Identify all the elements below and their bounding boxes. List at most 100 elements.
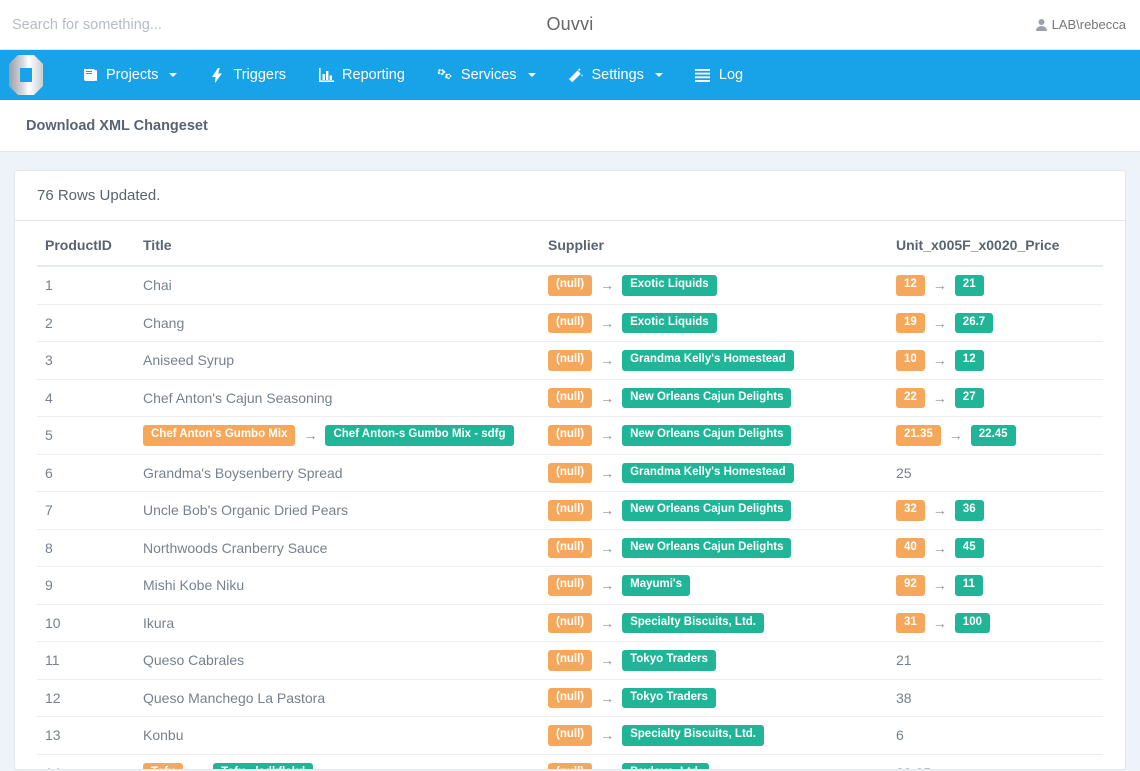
nav-label-settings: Settings [591,67,644,83]
main-navbar: Projects Triggers Reporting Services Set… [0,50,1140,100]
price-value: 21 [896,652,912,669]
supplier-old-badge: (null) [548,462,593,483]
value-change-pair: 40 → 45 [896,537,1095,558]
cell-supplier: (null) → Specialty Biscuits, Ltd. [540,603,888,642]
cell-title: Queso Cabrales [135,641,540,679]
value-change-pair: 19 → 26.7 [896,312,1095,333]
cell-productid: 6 [37,453,135,492]
supplier-new-badge: Specialty Biscuits, Ltd. [622,612,765,633]
cell-unitprice: 6 [888,716,1103,754]
value-change-pair: 32 → 36 [896,500,1095,521]
cell-supplier: (null) → Exotic Liquids [540,303,888,342]
cell-unitprice: 40 → 45 [888,528,1103,567]
arrow-icon: → [600,652,615,669]
title-new-badge: Chef Anton-s Gumbo Mix - sdfg [325,425,514,446]
column-header-productid: ProductID [37,221,135,267]
list-icon [695,67,711,83]
arrow-icon: → [600,464,615,481]
cell-title: Uncle Bob's Organic Dried Pears [135,491,540,529]
cell-title: Aniseed Syrup [135,341,540,379]
supplier-old-badge: (null) [548,725,593,746]
nav-item-triggers[interactable]: Triggers [193,50,302,100]
table-row: 12 Queso Manchego La Pastora (null) → Tokyo … [37,678,1103,717]
nav-item-reporting[interactable]: Reporting [302,50,421,100]
value-change-pair: (null) → Specialty Biscuits, Ltd. [548,725,880,746]
supplier-new-badge: New Orleans Cajun Delights [622,387,792,408]
download-xml-changeset-link[interactable]: Download XML Changeset [26,118,208,134]
cell-supplier: (null) → Pavlova, Ltd. [540,753,888,769]
supplier-old-badge: (null) [548,312,593,333]
arrow-icon: → [600,352,615,369]
arrow-icon: → [600,614,615,631]
arrow-icon: → [932,539,947,556]
cell-unitprice: 92 → 11 [888,566,1103,604]
title-text: Grandma's Boysenberry Spread [143,464,343,481]
table-row: 8 Northwoods Cranberry Sauce (null) → New Or… [37,528,1103,567]
arrow-icon: → [600,277,615,294]
price-value: 6 [896,727,904,744]
cell-supplier: (null) → Specialty Biscuits, Ltd. [540,716,888,754]
cell-title: Chef Anton's Gumbo Mix → Chef Anton-s Gumb… [135,416,540,454]
table-row: 4 Chef Anton's Cajun Seasoning (null) → New … [37,378,1103,417]
cell-supplier: (null) → New Orleans Cajun Delights [540,378,888,417]
table-row: 7 Uncle Bob's Organic Dried Pears (null) → N… [37,491,1103,529]
nav-item-services[interactable]: Services [421,50,552,100]
title-text: Northwoods Cranberry Sauce [143,539,328,556]
value-change-pair: Chef Anton's Gumbo Mix → Chef Anton-s Gumb… [143,425,532,446]
search-input[interactable] [0,0,330,49]
chevron-down-icon [169,73,178,77]
price-new-badge: 26.7 [954,312,994,333]
cell-productid: 8 [37,528,135,567]
cell-unitprice: 25 [888,453,1103,492]
cell-supplier: (null) → Mayumi's [540,566,888,604]
nav-label-triggers: Triggers [233,67,287,83]
price-old-badge: 32 [896,500,925,521]
table-body: 1 Chai (null) → Exotic Liquids 12 → 21 2 Chang (nu… [37,266,1103,769]
chevron-down-icon [654,73,663,77]
nav-item-settings[interactable]: Settings [552,50,679,100]
price-new-badge: 100 [954,612,990,633]
price-new-badge: 12 [954,350,984,371]
cell-supplier: (null) → New Orleans Cajun Delights [540,528,888,567]
cell-supplier: (null) → Grandma Kelly's Homestead [540,453,888,492]
price-value: 38 [896,689,912,706]
cell-unitprice: 22 → 27 [888,378,1103,417]
nav-label-log: Log [718,67,744,83]
table-row: 14 Tofu → Tofu - lsdkflskd (null) → Pavlova, L… [37,753,1103,769]
cell-title: Chef Anton's Cajun Seasoning [135,378,540,417]
cell-title: Mishi Kobe Niku [135,566,540,604]
cell-unitprice: 31 → 100 [888,603,1103,642]
nav-item-projects[interactable]: Projects [66,50,193,100]
price-old-badge: 10 [896,350,925,371]
arrow-icon: → [932,277,947,294]
cell-productid: 11 [37,641,135,679]
value-change-pair: (null) → New Orleans Cajun Delights [548,500,880,521]
price-value: 23.25 [896,765,931,769]
supplier-old-badge: (null) [548,537,593,558]
supplier-new-badge: Exotic Liquids [622,312,717,333]
arrow-icon: → [600,502,615,519]
title-text: Chai [143,277,172,294]
table-row: 11 Queso Cabrales (null) → Tokyo Traders 21 [37,641,1103,679]
value-change-pair: 92 → 11 [896,575,1095,596]
arrow-icon: → [600,389,615,406]
user-menu[interactable]: LAB\rebecca [1035,17,1126,32]
nav-item-log[interactable]: Log [679,50,759,100]
cell-unitprice: 12 → 21 [888,266,1103,304]
title-text: Uncle Bob's Organic Dried Pears [143,502,348,519]
arrow-icon: → [932,352,947,369]
supplier-old-badge: (null) [548,687,593,708]
table-row: 6 Grandma's Boysenberry Spread (null) → Gran… [37,453,1103,492]
cell-title: Chai [135,266,540,304]
title-text: Konbu [143,727,184,744]
table-row: 2 Chang (null) → Exotic Liquids 19 → 26.7 [37,303,1103,342]
price-old-badge: 31 [896,612,925,633]
arrow-icon: → [600,727,615,744]
supplier-old-badge: (null) [548,387,593,408]
price-value: 25 [896,464,912,481]
cell-title: Queso Manchego La Pastora [135,678,540,717]
value-change-pair: 10 → 12 [896,350,1095,371]
ouvvi-logo-icon[interactable] [0,50,52,100]
title-text: Ikura [143,614,175,631]
arrow-icon: → [932,389,947,406]
